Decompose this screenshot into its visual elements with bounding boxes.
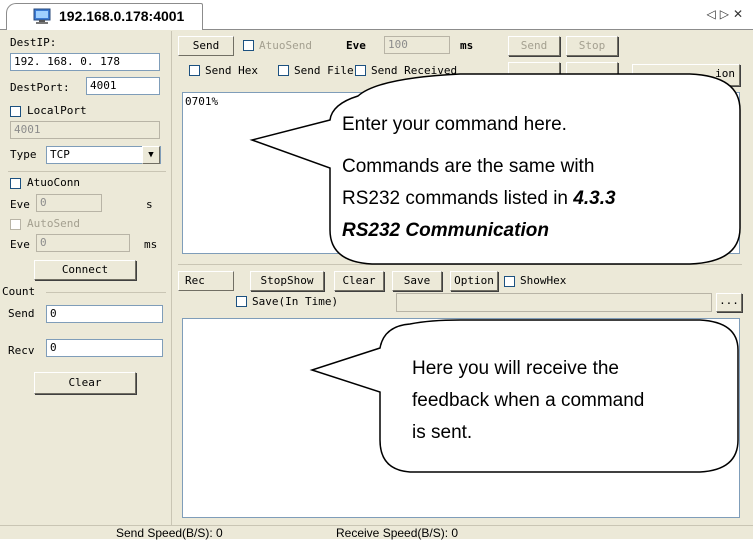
recv-callout-line1: Here you will receive the — [412, 358, 619, 379]
receive-speed-status: Receive Speed(B/S): 0 — [336, 526, 459, 540]
send-speed-status: Send Speed(B/S): 0 — [116, 526, 223, 540]
callout-shapes — [249, 73, 741, 473]
send-callout-ref-number: 4.3.3 — [573, 188, 616, 209]
send-callout-line3: RS232 commands listed in 4.3.3 — [342, 184, 616, 214]
send-callout-line4: RS232 Communication — [342, 216, 549, 246]
recv-callout-line3: is sent. — [412, 422, 473, 443]
app-window: 192.168.0.178:4001 ◁▷✕ DestIP: 192. 168.… — [0, 0, 753, 540]
send-callout-ref-title: RS232 Communication — [342, 220, 549, 241]
recv-callout-line2: feedback when a command — [412, 390, 645, 411]
status-bar: Send Speed(B/S): 0 Receive Speed(B/S): 0 — [0, 525, 753, 540]
send-callout-line1: Enter your command here. — [342, 114, 567, 135]
send-callout-line2: Commands are the same with — [342, 156, 595, 177]
send-callout-line3-prefix: RS232 commands listed in — [342, 188, 574, 209]
